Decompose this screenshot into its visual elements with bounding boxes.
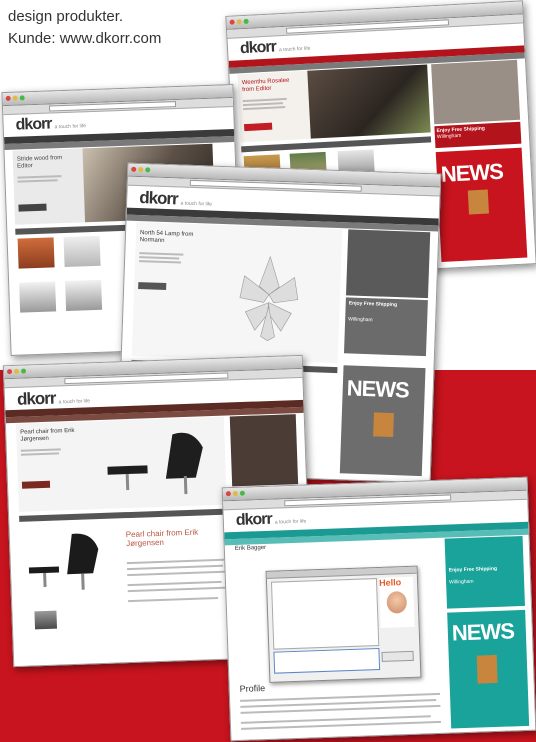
lamp-image <box>239 255 299 341</box>
product-text <box>128 596 219 603</box>
hero-title: Weenthu Rosalee from Editor <box>241 77 290 94</box>
product-text <box>126 564 223 571</box>
promo-box: Enjoy Free Shipping Willingham <box>444 535 525 609</box>
promo-text: Enjoy Free Shipping <box>448 565 498 574</box>
news-panel: NEWS <box>447 609 530 729</box>
site-logo: dkorr a touch for life <box>235 510 307 529</box>
news-image <box>476 654 498 684</box>
product-thumb[interactable] <box>17 237 55 269</box>
read-more-button[interactable] <box>21 480 51 489</box>
news-panel: NEWS <box>435 147 528 263</box>
hero-title: North 54 Lamp from Normann <box>139 230 194 244</box>
read-more-button[interactable] <box>243 122 273 132</box>
promo-box: Enjoy Free Shipping Willingham <box>343 297 428 357</box>
section-title: Profile <box>239 683 266 694</box>
chat-log <box>270 578 380 650</box>
caption-line-2: Kunde: www.dkorr.com <box>8 30 162 47</box>
hero: Weenthu Rosalee from Editor <box>237 64 431 143</box>
hello-text: Hello <box>378 577 402 588</box>
site-logo: dkorr a touch for life <box>16 388 91 409</box>
send-button[interactable] <box>381 650 414 662</box>
hero-text <box>139 252 184 256</box>
product-thumb[interactable] <box>65 279 103 312</box>
hero: Pearl chair from Erik Jørgensen <box>15 416 227 512</box>
news-heading: NEWS <box>346 375 410 403</box>
hello-card: Hello <box>378 576 415 628</box>
promo-city: Willingham <box>348 316 373 324</box>
site-logo: dkorr a touch for life <box>239 38 311 58</box>
news-panel: NEWS <box>339 365 426 477</box>
caption: design produkter. Kunde: www.dkorr.com <box>8 6 161 50</box>
read-more-button[interactable] <box>138 282 167 291</box>
product-text <box>127 570 228 577</box>
product-text <box>126 558 227 565</box>
hero-text <box>17 175 62 179</box>
page-title: Erik Bagger <box>234 544 267 552</box>
hero-text <box>20 448 61 452</box>
product-chair-image <box>28 533 99 590</box>
promo-city: Willingham <box>449 578 474 586</box>
screenshot-5: dkorr a touch for life Erik Bagger Hello … <box>221 476 536 742</box>
product-thumb[interactable] <box>19 281 57 313</box>
login-panel <box>431 59 521 125</box>
promo-box: Enjoy Free Shipping Willingham <box>434 121 522 149</box>
product-text <box>127 586 228 593</box>
news-heading: NEWS <box>451 618 515 646</box>
hero: North 54 Lamp from Normann <box>131 221 343 364</box>
promo-text: Enjoy Free Shipping <box>348 300 398 309</box>
site-logo: dkorr a touch for life <box>138 188 213 209</box>
avatar <box>386 591 408 614</box>
news-image <box>467 189 489 215</box>
chat-input[interactable] <box>273 648 381 674</box>
hero-text <box>139 256 180 260</box>
product-text <box>127 580 222 587</box>
chat-dialog[interactable]: Hello <box>265 565 422 683</box>
login-panel <box>229 414 299 487</box>
product-thumb[interactable] <box>63 235 101 268</box>
read-more-button[interactable] <box>18 203 47 212</box>
hero-text <box>139 260 182 264</box>
product-thumb[interactable] <box>34 610 58 630</box>
login-panel <box>346 229 431 299</box>
hero-text <box>243 105 286 111</box>
news-image <box>373 412 394 438</box>
chair-image <box>107 432 203 495</box>
site-logo: dkorr a touch for life <box>15 115 87 134</box>
caption-line-1: design produkter. <box>8 8 124 25</box>
hero-title: Stride wood from Editor <box>16 155 63 170</box>
product-title: Pearl chair from Erik Jørgensen <box>125 527 199 549</box>
news-heading: NEWS <box>440 158 504 187</box>
hero-text <box>20 452 59 456</box>
hero-title: Pearl chair from Erik Jørgensen <box>20 427 75 443</box>
hero-text <box>17 179 58 183</box>
hero-image <box>307 64 431 139</box>
